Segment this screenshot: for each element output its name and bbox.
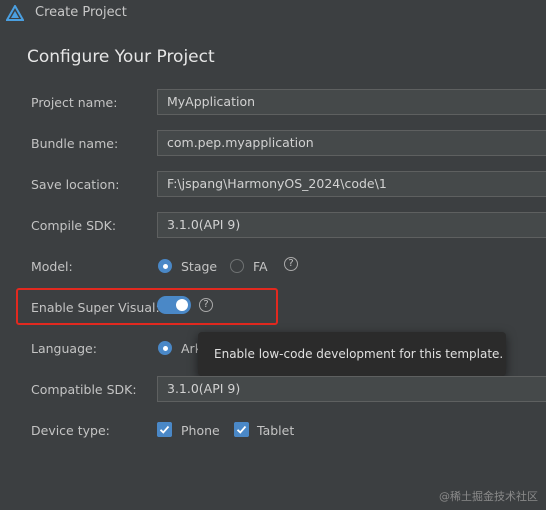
bundle-name-label: Bundle name: <box>31 136 119 151</box>
model-fa-radio[interactable] <box>230 259 244 273</box>
device-phone-label: Phone <box>181 423 220 438</box>
watermark: @稀土掘金技术社区 <box>439 490 538 503</box>
device-phone-checkbox[interactable] <box>157 422 172 437</box>
model-stage-label: Stage <box>181 259 218 274</box>
compile-sdk-label: Compile SDK: <box>31 218 117 233</box>
device-tablet-label: Tablet <box>257 423 295 438</box>
device-type-label: Device type: <box>31 423 110 438</box>
language-ark-radio[interactable] <box>158 341 172 355</box>
toggle-knob <box>176 299 188 311</box>
model-label: Model: <box>31 259 73 274</box>
compatible-sdk-select[interactable]: 3.1.0(API 9) <box>157 376 546 402</box>
dialog-content: Configure Your Project Project name: MyA… <box>0 26 546 510</box>
project-name-input[interactable]: MyApplication <box>157 89 546 115</box>
page-title: Configure Your Project <box>27 47 215 67</box>
model-fa-label: FA <box>253 259 268 274</box>
model-stage-radio[interactable] <box>158 259 172 273</box>
compile-sdk-select[interactable]: 3.1.0(API 9) <box>157 212 546 238</box>
bundle-name-input[interactable]: com.pep.myapplication <box>157 130 546 156</box>
super-visual-label: Enable Super Visual: <box>31 300 160 315</box>
super-visual-toggle[interactable] <box>157 296 191 314</box>
device-tablet-checkbox[interactable] <box>234 422 249 437</box>
save-location-input[interactable]: F:\jspang\HarmonyOS_2024\code\1 <box>157 171 546 197</box>
title-bar: Create Project <box>0 0 546 26</box>
compatible-sdk-label: Compatible SDK: <box>31 382 137 397</box>
super-visual-tooltip: Enable low-code development for this tem… <box>198 332 506 376</box>
save-location-label: Save location: <box>31 177 120 192</box>
window-title: Create Project <box>35 5 127 20</box>
super-visual-help-icon[interactable]: ? <box>199 298 213 312</box>
language-label: Language: <box>31 341 97 356</box>
model-help-icon[interactable]: ? <box>284 257 298 271</box>
app-logo-icon <box>6 5 24 21</box>
project-name-label: Project name: <box>31 95 118 110</box>
